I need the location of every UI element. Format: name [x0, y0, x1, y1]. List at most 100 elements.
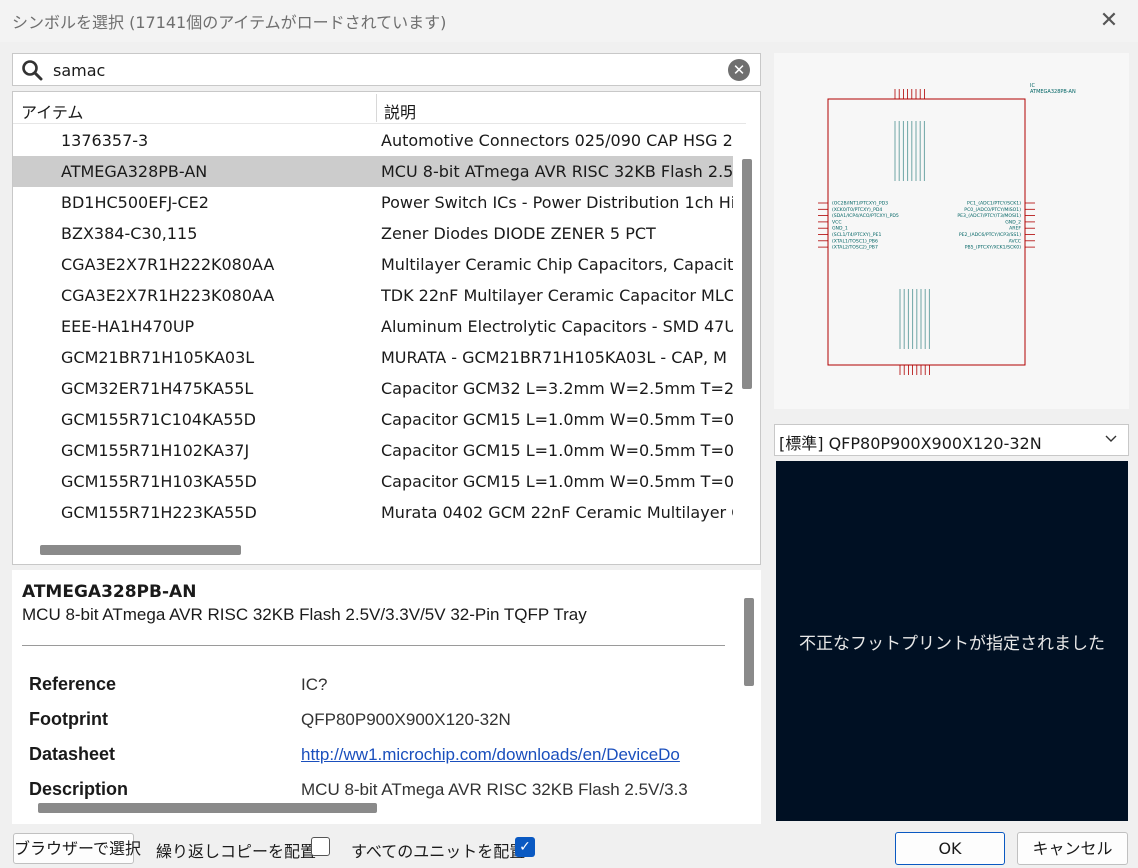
list-item-name: BZX384-C30,115: [61, 224, 198, 243]
list-item-name: EEE-HA1H470UP: [61, 317, 195, 336]
cancel-button[interactable]: キャンセル: [1017, 832, 1128, 865]
list-item-name: GCM155R71H223KA55D: [61, 503, 257, 522]
symbol-pin-label: [894, 121, 896, 181]
search-icon: [22, 60, 43, 81]
chevron-down-icon: [1105, 435, 1117, 442]
list-item[interactable]: ATMEGA328PB-AN MCU 8-bit ATmega AVR RISC …: [13, 156, 733, 187]
list-item[interactable]: 1376357-3 Automotive Connectors 025/090 C…: [13, 125, 733, 156]
search-field[interactable]: ✕: [12, 53, 761, 86]
symbol-value-label: ATMEGA328PB-AN: [1030, 89, 1076, 95]
list-item[interactable]: BD1HC500EFJ-CE2 Power Switch ICs - Power …: [13, 187, 733, 218]
list-item-name: GCM32ER71H475KA55L: [61, 379, 254, 398]
select-in-browser-button[interactable]: ブラウザーで選択: [13, 833, 141, 864]
list-header: アイテム 説明: [13, 92, 746, 124]
list-rows: 1376357-3 Automotive Connectors 025/090 C…: [13, 125, 733, 537]
schematic-symbol: ICATMEGA328PB-AN(OC2B/INT1/PTCXY)_PD3(XC…: [818, 83, 1076, 375]
list-item-name: GCM155R71H102KA37J: [61, 441, 250, 460]
repeat-copies-label[interactable]: 繰り返しコピーを配置: [156, 838, 316, 862]
window-title: シンボルを選択 (17141個のアイテムがロードされています): [12, 13, 447, 32]
symbol-pin-label: [903, 289, 905, 349]
symbol-pin-label: (XCK0/T0/PTCXY)_PD4: [832, 207, 882, 213]
symbol-pin-label: (SCL1/T4/PTCXY)_PE1: [832, 232, 881, 238]
symbol-pin-label: VCC: [832, 219, 842, 225]
list-item-name: CGA3E2X7R1H223K080AA: [61, 286, 275, 305]
list-item[interactable]: GCM155R71H102KA37J Capacitor GCM15 L=1.0m…: [13, 435, 733, 466]
detail-symbol-name: ATMEGA328PB-AN: [22, 582, 197, 602]
symbol-pin-label: (XTAL1/TOSC1)_PB6: [832, 238, 878, 244]
symbol-pin-label: [916, 289, 918, 349]
list-item-description: MCU 8-bit ATmega AVR RISC 32KB Flash 2.5…: [381, 162, 733, 181]
place-all-units-checkbox[interactable]: ✓: [515, 837, 535, 857]
list-item[interactable]: CGA3E2X7R1H223K080AA TDK 22nF Multilayer …: [13, 280, 733, 311]
symbol-pin-label: AREF: [1009, 226, 1021, 232]
symbol-pin-label: (XTAL2/TOSC2)_PB7: [832, 245, 878, 251]
symbol-pin-label: (OC2B/INT1/PTCXY)_PD3: [832, 201, 888, 207]
list-item-description: Automotive Connectors 025/090 CAP HSG 2: [381, 131, 733, 150]
symbol-pin-label: [902, 121, 904, 181]
field-key-footprint: Footprint: [29, 709, 108, 729]
field-key-description: Description: [29, 779, 129, 799]
list-item[interactable]: CGA3E2X7R1H222K080AA Multilayer Ceramic C…: [13, 249, 733, 280]
symbol-pin-label: AVCC: [1009, 238, 1021, 244]
footprint-selected-value: [標準] QFP80P900X900X120-32N: [779, 434, 1042, 453]
list-item-description: Multilayer Ceramic Chip Capacitors, Capa…: [381, 255, 733, 274]
footprint-dropdown[interactable]: [標準] QFP80P900X900X120-32N: [774, 424, 1129, 456]
symbol-body: [827, 98, 1026, 366]
symbol-pin-label: (SDA1/ICP4/ACO/PTCXY)_PD5: [832, 213, 899, 219]
list-item-name: GCM21BR71H105KA03L: [61, 348, 255, 367]
column-separator[interactable]: [376, 94, 377, 122]
list-item[interactable]: EEE-HA1H470UP Aluminum Electrolytic Capac…: [13, 311, 733, 342]
list-item[interactable]: GCM155R71C104KA55D Capacitor GCM15 L=1.0m…: [13, 404, 733, 435]
list-item-name: ATMEGA328PB-AN: [61, 162, 208, 181]
detail-horizontal-scrollbar[interactable]: [38, 803, 377, 813]
search-input[interactable]: [53, 58, 723, 82]
list-item[interactable]: GCM32ER71H475KA55L Capacitor GCM32 L=3.2m…: [13, 373, 733, 404]
list-item[interactable]: BZX384-C30,115 Zener Diodes DIODE ZENER 5…: [13, 218, 733, 249]
symbol-pin-label: PC1_(ADC1/PTCY/SCK1): [967, 201, 1021, 207]
symbol-pin-label: [919, 121, 921, 181]
list-item-description: Capacitor GCM15 L=1.0mm W=0.5mm T=0.: [381, 441, 733, 460]
symbol-pin-label: [898, 121, 900, 181]
symbol-pin-label: GND_2: [1005, 219, 1021, 225]
list-item-description: Zener Diodes DIODE ZENER 5 PCT: [381, 224, 656, 243]
symbol-pin-label: [923, 121, 925, 181]
vertical-scrollbar[interactable]: [742, 159, 752, 389]
symbol-pin-label: [915, 121, 917, 181]
column-header-description[interactable]: 説明: [384, 99, 416, 123]
symbol-preview: IC ATMEGA328PB-AN (OC2B/INT1/PTCXY)_PD3 (XC…: [774, 53, 1129, 409]
list-item-description: Capacitor GCM32 L=3.2mm W=2.5mm T=2.: [381, 379, 733, 398]
clear-circle-icon[interactable]: ✕: [728, 59, 750, 81]
divider: [22, 645, 725, 646]
field-key-datasheet: Datasheet: [29, 744, 116, 764]
title-bar: シンボルを選択 (17141個のアイテムがロードされています) ✕: [0, 0, 1138, 42]
ok-button[interactable]: OK: [895, 832, 1005, 865]
list-item[interactable]: GCM155R71H103KA55D Capacitor GCM15 L=1.0m…: [13, 466, 733, 497]
symbol-pin-label: [907, 289, 909, 349]
symbol-pin-label: PC0_(ADC0/PTCY/MISO1): [964, 207, 1021, 213]
place-all-units-label[interactable]: すべてのユニットを配置: [351, 838, 525, 862]
column-header-item[interactable]: アイテム: [21, 99, 83, 123]
list-item-description: TDK 22nF Multilayer Ceramic Capacitor ML…: [381, 286, 733, 305]
symbol-pin-label: [912, 289, 914, 349]
symbol-pin-label: PE3_(ADC7/PTCY/T3/MOSI1): [957, 213, 1021, 219]
footprint-error-message: 不正なフットプリントが指定されました: [799, 634, 1105, 654]
field-value-reference: IC?: [301, 675, 328, 694]
list-item-description: Aluminum Electrolytic Capacitors - SMD 4…: [381, 317, 733, 336]
symbol-pin-label: [924, 289, 926, 349]
field-key-reference: Reference: [29, 674, 117, 694]
list-item[interactable]: GCM155R71H223KA55D Murata 0402 GCM 22nF C…: [13, 497, 733, 528]
symbol-pin-label: [911, 121, 913, 181]
symbol-pin-label: [899, 289, 901, 349]
symbol-details: ATMEGA328PB-AN MCU 8-bit ATmega AVR RISC…: [12, 570, 761, 824]
symbol-pin-label: [928, 289, 930, 349]
list-item[interactable]: GCM21BR71H105KA03L MURATA - GCM21BR71H105…: [13, 342, 733, 373]
symbol-list[interactable]: アイテム 説明 1376357-3 Automotive Connectors 0…: [12, 91, 761, 565]
list-item-description: Capacitor GCM15 L=1.0mm W=0.5mm T=0.: [381, 472, 733, 491]
list-item-description: Capacitor GCM15 L=1.0mm W=0.5mm T=0.: [381, 410, 733, 429]
horizontal-scrollbar[interactable]: [40, 545, 241, 555]
datasheet-link[interactable]: http://ww1.microchip.com/downloads/en/De…: [301, 745, 741, 765]
close-icon[interactable]: ✕: [1094, 6, 1124, 36]
list-item-name: GCM155R71H103KA55D: [61, 472, 257, 491]
repeat-copies-checkbox[interactable]: [311, 837, 330, 856]
detail-vertical-scrollbar[interactable]: [744, 598, 754, 686]
